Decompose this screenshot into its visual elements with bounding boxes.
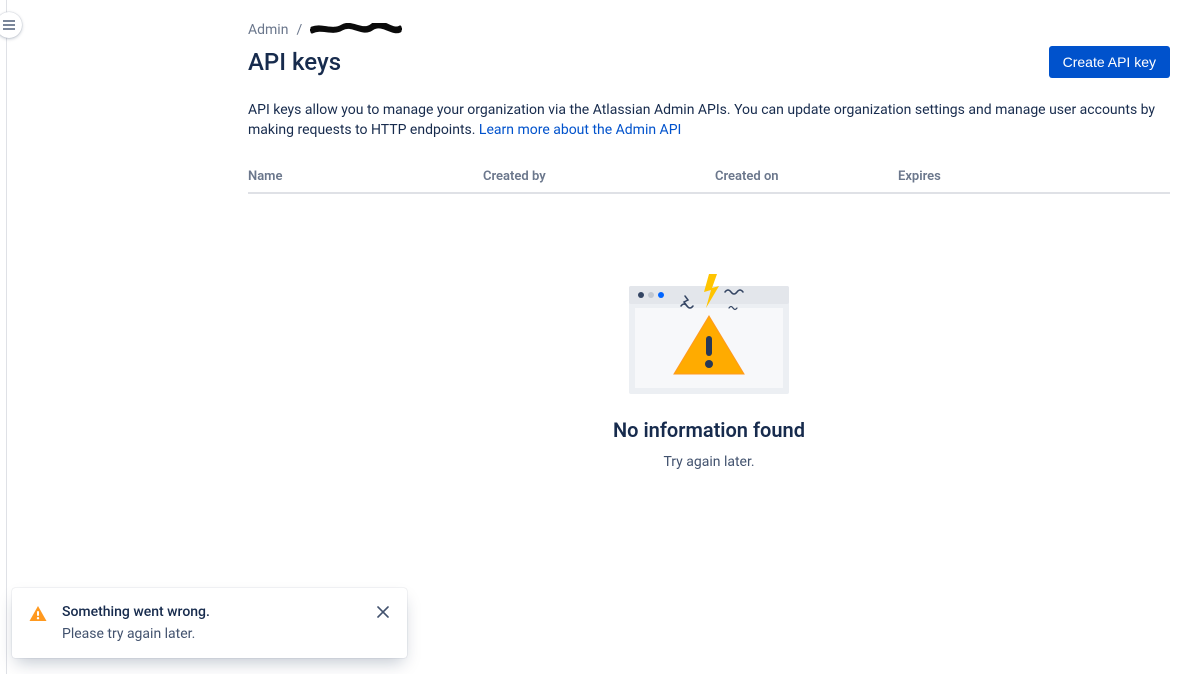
toast-close-button[interactable] — [375, 604, 391, 620]
description-text: API keys allow you to manage your organi… — [248, 102, 1155, 138]
error-illustration — [629, 274, 789, 394]
left-rail — [6, 0, 7, 674]
toast-title: Something went wrong. — [62, 604, 361, 620]
learn-more-link[interactable]: Learn more about the Admin API — [479, 122, 681, 138]
error-toast: Something went wrong. Please try again l… — [12, 588, 407, 658]
sidebar-toggle-button[interactable] — [0, 12, 22, 38]
empty-state-title: No information found — [613, 418, 805, 442]
close-icon — [377, 606, 389, 618]
breadcrumb-separator: / — [296, 22, 302, 38]
breadcrumb-current-redacted — [310, 23, 402, 37]
table-header-row: Name Created by Created on Expires — [248, 169, 1170, 194]
main-content: Admin / API keys Create API key API keys… — [248, 22, 1170, 470]
hamburger-icon — [3, 20, 15, 30]
warning-icon — [28, 604, 48, 628]
page-description: API keys allow you to manage your organi… — [248, 100, 1168, 141]
page-title: API keys — [248, 48, 341, 76]
toast-body: Something went wrong. Please try again l… — [62, 604, 361, 642]
empty-state-subtitle: Try again later. — [663, 454, 754, 470]
column-header-created-on[interactable]: Created on — [715, 169, 898, 184]
header-row: API keys Create API key — [248, 46, 1170, 78]
toast-description: Please try again later. — [62, 626, 361, 642]
create-api-key-button[interactable]: Create API key — [1049, 46, 1170, 78]
column-header-created-by[interactable]: Created by — [483, 169, 715, 184]
empty-state: No information found Try again later. — [248, 274, 1170, 470]
column-header-expires[interactable]: Expires — [898, 169, 1170, 184]
breadcrumb-root-link[interactable]: Admin — [248, 22, 288, 38]
column-header-name[interactable]: Name — [248, 169, 483, 184]
breadcrumb: Admin / — [248, 22, 1170, 38]
